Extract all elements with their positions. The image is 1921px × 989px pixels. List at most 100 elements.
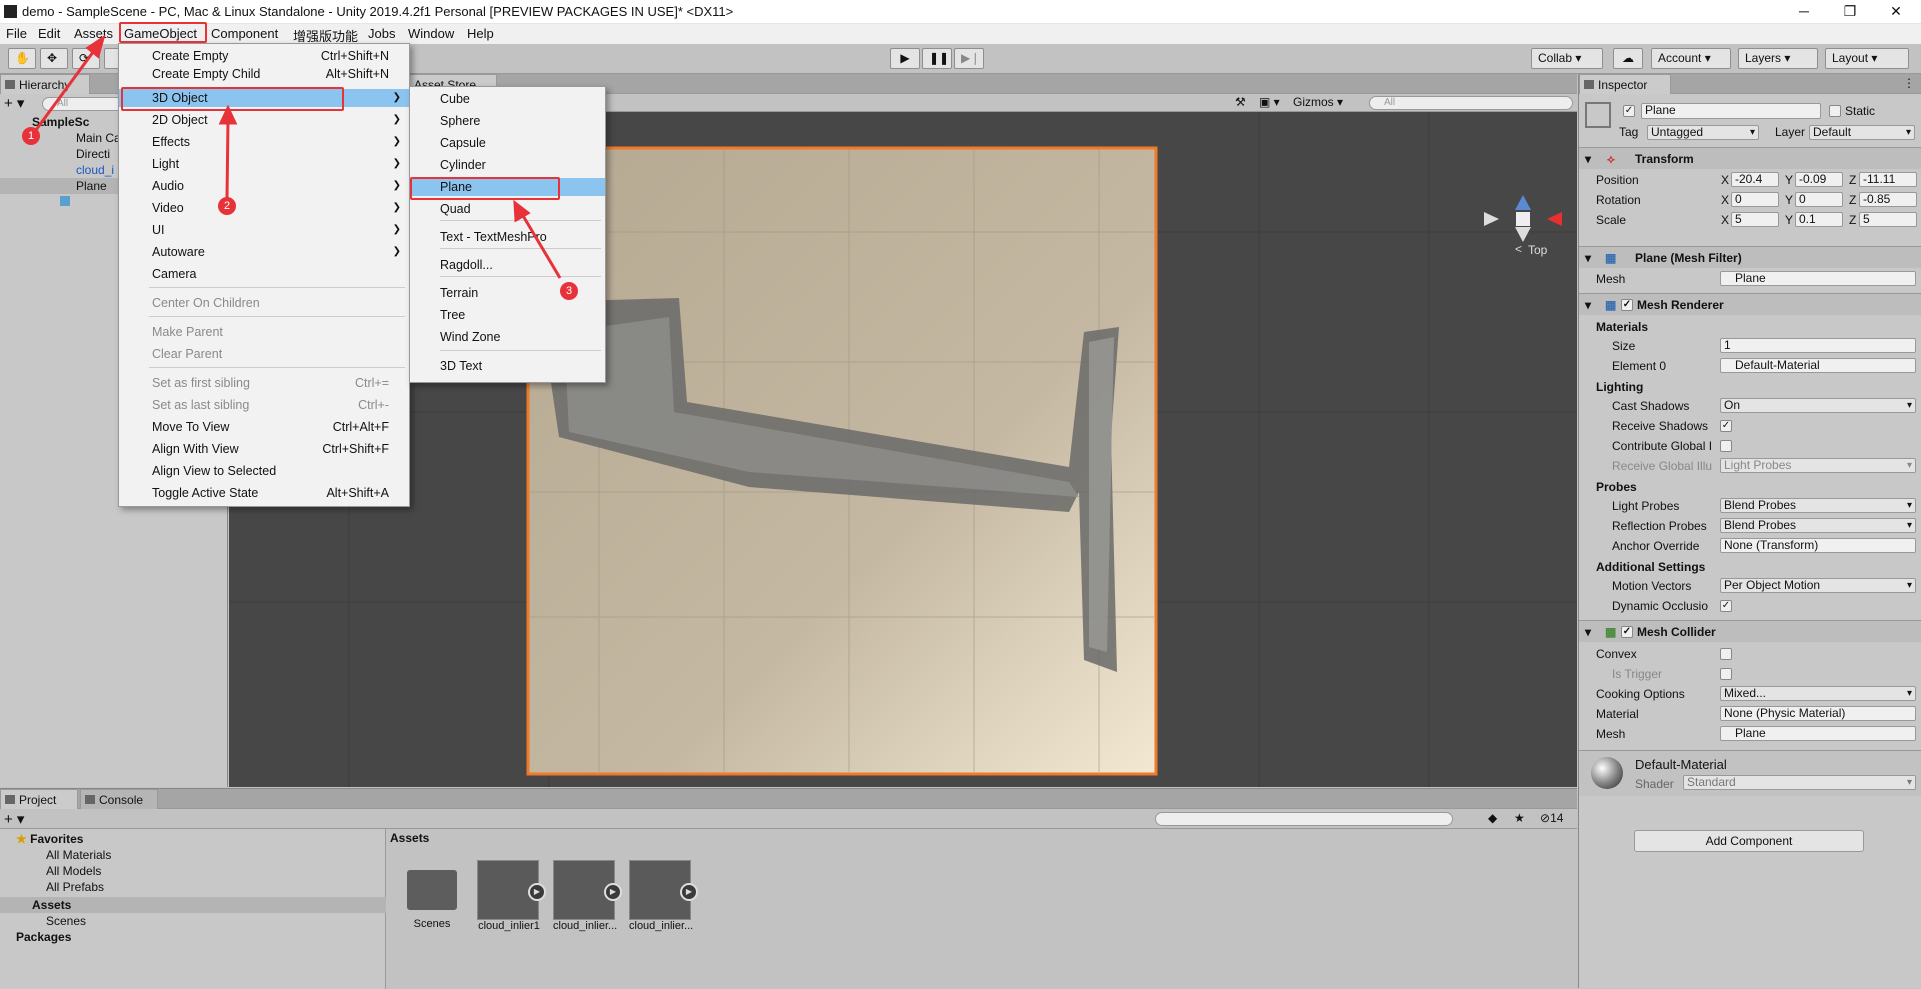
menu-item-clear-parent[interactable]: Clear Parent bbox=[119, 345, 409, 363]
contribute-gi-checkbox[interactable] bbox=[1720, 440, 1732, 452]
layers-dropdown[interactable]: Layers ▾ bbox=[1738, 48, 1818, 69]
mesh-filter-mesh-field[interactable]: Plane bbox=[1720, 271, 1916, 286]
additional-settings-section[interactable]: Additional Settings bbox=[1579, 558, 1921, 576]
collider-mesh-field[interactable]: Plane bbox=[1720, 726, 1916, 741]
panel-menu-icon[interactable]: ⋮ bbox=[1903, 76, 1915, 90]
account-dropdown[interactable]: Account ▾ bbox=[1651, 48, 1731, 69]
receive-shadows-checkbox[interactable]: ✓ bbox=[1720, 420, 1732, 432]
add-component-button[interactable]: Add Component bbox=[1634, 830, 1864, 852]
assets-row[interactable]: Assets bbox=[0, 897, 386, 913]
mesh-renderer-header[interactable]: ▾ ▦ ✓ Mesh Renderer bbox=[1579, 293, 1921, 315]
mesh-collider-header[interactable]: ▾ ▦ ✓ Mesh Collider bbox=[1579, 620, 1921, 642]
play-icon[interactable]: ▶ bbox=[680, 883, 698, 901]
motion-vectors-dropdown[interactable]: Per Object Motion bbox=[1720, 578, 1916, 593]
camera-icon[interactable]: ▣ ▾ bbox=[1259, 95, 1280, 109]
anchor-override-label: Anchor Override bbox=[1612, 539, 1700, 553]
tag-dropdown[interactable]: Untagged bbox=[1647, 125, 1759, 140]
lighting-section[interactable]: Lighting bbox=[1579, 378, 1921, 396]
favorite-all-models[interactable]: All Models bbox=[0, 863, 228, 879]
materials-section[interactable]: Materials bbox=[1579, 318, 1921, 336]
minimize-button[interactable]: ─ bbox=[1781, 0, 1827, 24]
dynamic-occlusion-checkbox[interactable]: ✓ bbox=[1720, 600, 1732, 612]
play-icon[interactable]: ▶ bbox=[528, 883, 546, 901]
is-trigger-checkbox[interactable] bbox=[1720, 668, 1732, 680]
position-z-field[interactable]: -11.11 bbox=[1859, 172, 1917, 187]
menu-item-make-parent[interactable]: Make Parent bbox=[119, 323, 409, 341]
packages-row[interactable]: Packages bbox=[0, 929, 228, 945]
tab-inspector[interactable]: Inspector bbox=[1579, 74, 1671, 94]
collider-material-field[interactable]: None (Physic Material) bbox=[1720, 706, 1916, 721]
mesh-renderer-enabled-checkbox[interactable]: ✓ bbox=[1621, 299, 1633, 311]
collider-mesh-label: Mesh bbox=[1596, 727, 1626, 741]
size-field[interactable]: 1 bbox=[1720, 338, 1916, 353]
probes-section[interactable]: Probes bbox=[1579, 478, 1921, 496]
rotation-z-field[interactable]: -0.85 bbox=[1859, 192, 1917, 207]
asset-scenes-folder[interactable]: Scenes bbox=[400, 860, 464, 930]
favorites-row[interactable]: ★ Favorites bbox=[0, 831, 228, 847]
filter-type-icon[interactable]: ◆ bbox=[1488, 811, 1497, 825]
assets-breadcrumb[interactable]: Assets bbox=[390, 831, 429, 845]
scale-z-field[interactable]: 5 bbox=[1859, 212, 1917, 227]
menu-item-set-last-sibling[interactable]: Set as last sibling Ctrl+- bbox=[119, 396, 409, 414]
object-name-field[interactable]: Plane bbox=[1641, 103, 1821, 119]
tab-project[interactable]: Project bbox=[0, 789, 78, 809]
shader-dropdown[interactable]: Standard bbox=[1683, 775, 1916, 790]
gizmos-button[interactable]: Gizmos ▾ bbox=[1293, 95, 1343, 109]
cloud-icon[interactable]: ☁ bbox=[1613, 48, 1643, 69]
favorite-all-prefabs[interactable]: All Prefabs bbox=[0, 879, 228, 895]
rotation-y-field[interactable]: 0 bbox=[1795, 192, 1843, 207]
active-checkbox[interactable]: ✓ bbox=[1623, 105, 1635, 117]
rotation-x-field[interactable]: 0 bbox=[1731, 192, 1779, 207]
tools-icon[interactable]: ⚒ bbox=[1235, 95, 1246, 109]
submenu-item-3d-text[interactable]: 3D Text bbox=[410, 357, 605, 375]
position-x-field[interactable]: -20.4 bbox=[1731, 172, 1779, 187]
project-search-input[interactable] bbox=[1155, 812, 1453, 826]
align-with-view-label: Align With View bbox=[152, 442, 239, 456]
star-icon[interactable]: ★ bbox=[1514, 811, 1525, 825]
cast-shadows-dropdown[interactable]: On bbox=[1720, 398, 1916, 413]
menu-item-align-view-to-selected[interactable]: Align View to Selected bbox=[119, 462, 409, 480]
play-icon[interactable]: ▶ bbox=[604, 883, 622, 901]
reflection-probes-dropdown[interactable]: Blend Probes bbox=[1720, 518, 1916, 533]
receive-gi-dropdown[interactable]: Light Probes bbox=[1720, 458, 1916, 473]
layout-dropdown[interactable]: Layout ▾ bbox=[1825, 48, 1909, 69]
menu-item-align-with-view[interactable]: Align With View Ctrl+Shift+F bbox=[119, 440, 409, 458]
step-button[interactable]: ▶❘ bbox=[954, 48, 984, 69]
pause-button[interactable]: ❚❚ bbox=[922, 48, 952, 69]
scenes-folder-row[interactable]: Scenes bbox=[0, 913, 228, 929]
layout-label: Layout bbox=[1832, 51, 1869, 65]
scale-x-field[interactable]: 5 bbox=[1731, 212, 1779, 227]
hidden-count-icon[interactable]: ⊘14 bbox=[1540, 811, 1563, 825]
menu-item-toggle-active-state[interactable]: Toggle Active State Alt+Shift+A bbox=[119, 484, 409, 502]
favorite-all-materials[interactable]: All Materials bbox=[0, 847, 228, 863]
project-create-plus-icon[interactable]: + ▾ bbox=[4, 810, 24, 828]
scale-y-field[interactable]: 0.1 bbox=[1795, 212, 1843, 227]
submenu-item-tree[interactable]: Tree bbox=[410, 306, 605, 324]
mesh-filter-header[interactable]: ▾ ▦ Plane (Mesh Filter) bbox=[1579, 246, 1921, 268]
convex-checkbox[interactable] bbox=[1720, 648, 1732, 660]
tab-console[interactable]: Console bbox=[80, 789, 158, 809]
asset-cloud-inlier-3[interactable]: ▶ cloud_inlier... bbox=[629, 860, 698, 932]
align-with-view-shortcut: Ctrl+Shift+F bbox=[322, 442, 389, 456]
maximize-button[interactable]: ❐ bbox=[1827, 0, 1873, 24]
scene-gizmo[interactable] bbox=[1484, 195, 1562, 242]
menu-item-move-to-view[interactable]: Move To View Ctrl+Alt+F bbox=[119, 418, 409, 436]
transform-header[interactable]: ▾ ⟡ Transform bbox=[1579, 147, 1921, 169]
scene-search-input[interactable]: All bbox=[1369, 96, 1573, 110]
play-button[interactable]: ▶ bbox=[890, 48, 920, 69]
layer-dropdown[interactable]: Default bbox=[1809, 125, 1915, 140]
submenu-item-wind-zone[interactable]: Wind Zone bbox=[410, 328, 605, 346]
close-button[interactable]: ✕ bbox=[1873, 0, 1919, 24]
position-y-field[interactable]: -0.09 bbox=[1795, 172, 1843, 187]
anchor-override-field[interactable]: None (Transform) bbox=[1720, 538, 1916, 553]
asset-cloud-inlier-1[interactable]: ▶ cloud_inlier1 bbox=[477, 860, 546, 932]
element0-field[interactable]: Default-Material bbox=[1720, 358, 1916, 373]
cooking-options-dropdown[interactable]: Mixed... bbox=[1720, 686, 1916, 701]
light-probes-dropdown[interactable]: Blend Probes bbox=[1720, 498, 1916, 513]
menu-item-set-first-sibling[interactable]: Set as first sibling Ctrl+= bbox=[119, 374, 409, 392]
asset-cloud-inlier-2[interactable]: ▶ cloud_inlier... bbox=[553, 860, 622, 932]
collab-button[interactable]: Collab ▾ bbox=[1531, 48, 1603, 69]
mesh-filter-title: Plane (Mesh Filter) bbox=[1635, 251, 1742, 265]
mesh-collider-enabled-checkbox[interactable]: ✓ bbox=[1621, 626, 1633, 638]
static-checkbox[interactable] bbox=[1829, 105, 1841, 117]
